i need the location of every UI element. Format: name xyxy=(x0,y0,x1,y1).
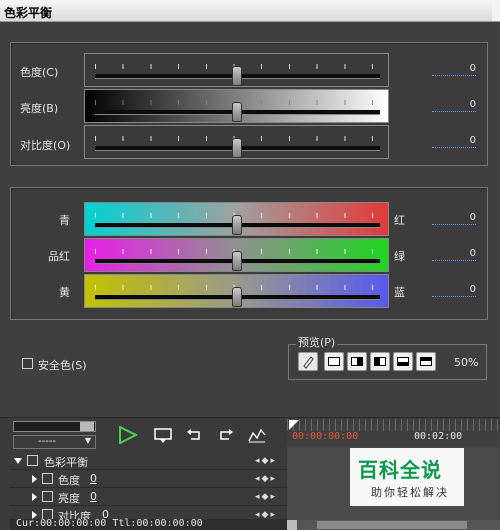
preview-window-icon[interactable] xyxy=(154,428,174,444)
watermark-main: 百科全说 xyxy=(358,458,442,482)
green-label: 绿 xyxy=(394,250,405,263)
track-checkbox[interactable] xyxy=(27,455,38,466)
split-top-button[interactable] xyxy=(393,352,413,371)
watermark-sub: 助你轻松解决 xyxy=(371,486,449,499)
redo-icon[interactable] xyxy=(216,428,234,442)
split-left-icon xyxy=(351,357,363,366)
status-bar: Cur:00:00:00:00 Ttl:00:00:00:00 xyxy=(10,518,287,530)
yellow-blue-value[interactable]: 0 xyxy=(432,284,476,297)
zoom-level: 50% xyxy=(454,356,479,369)
brightness-value[interactable]: 0 xyxy=(432,99,476,112)
keyframe-nav-icon[interactable]: ◂◆▸ xyxy=(255,456,277,466)
track-label: 亮度 xyxy=(58,492,80,505)
split-right-icon xyxy=(374,357,386,366)
watermark-logo: 百科全说 助你轻松解决 xyxy=(350,448,464,506)
cyan-label: 青 xyxy=(59,214,70,227)
cyan-red-slider[interactable] xyxy=(84,202,389,236)
pen-button[interactable] xyxy=(298,352,318,371)
safe-color-label: 安全色(S) xyxy=(38,359,87,372)
magenta-green-value[interactable]: 0 xyxy=(432,248,476,261)
split-top-icon xyxy=(397,357,409,366)
brightness-slider[interactable] xyxy=(84,89,389,123)
brightness-label: 亮度(B) xyxy=(20,102,59,115)
magenta-green-thumb[interactable] xyxy=(232,251,242,271)
split-right-button[interactable] xyxy=(370,352,390,371)
track-row[interactable]: 亮度 0 ◂◆▸ xyxy=(10,489,287,506)
pen-icon xyxy=(303,356,314,369)
play-icon[interactable] xyxy=(118,426,138,444)
magenta-green-slider[interactable] xyxy=(84,238,389,272)
expand-icon[interactable] xyxy=(32,475,37,483)
end-timecode: 00:02:00 xyxy=(414,431,463,442)
preview-label: 预览(P) xyxy=(296,334,338,350)
cyan-red-value[interactable]: 0 xyxy=(432,212,476,225)
chroma-label: 色度(C) xyxy=(20,66,59,79)
track-row[interactable]: 色彩平衡 ◂◆▸ xyxy=(10,453,287,470)
brightness-thumb[interactable] xyxy=(232,102,242,122)
undo-icon[interactable] xyxy=(186,428,204,442)
track-label: 色度 xyxy=(58,474,80,487)
track-checkbox[interactable] xyxy=(42,491,53,502)
contrast-thumb[interactable] xyxy=(232,138,242,158)
chroma-thumb[interactable] xyxy=(232,66,242,86)
timeline-scroll[interactable] xyxy=(13,421,96,432)
contrast-label: 对比度(O) xyxy=(20,139,71,152)
track-value[interactable]: 0 xyxy=(90,490,97,503)
start-timecode: 00:00:00:00 xyxy=(292,431,359,442)
track-label: 色彩平衡 xyxy=(44,456,88,469)
graph-icon[interactable] xyxy=(248,427,266,443)
track-value[interactable]: 0 xyxy=(90,472,97,485)
split-bottom-icon xyxy=(420,357,432,366)
expand-icon[interactable] xyxy=(32,493,37,501)
window-title: 色彩平衡 xyxy=(0,0,500,22)
chevron-down-icon: ▼ xyxy=(84,436,91,445)
chroma-value[interactable]: 0 xyxy=(432,63,476,76)
contrast-value[interactable]: 0 xyxy=(432,135,476,148)
timeline-hscroll[interactable] xyxy=(287,520,500,530)
blue-label: 蓝 xyxy=(394,286,405,299)
full-frame-button[interactable] xyxy=(324,352,344,371)
split-bottom-button[interactable] xyxy=(416,352,436,371)
keyframe-nav-icon[interactable]: ◂◆▸ xyxy=(255,474,277,484)
track-checkbox[interactable] xyxy=(42,473,53,484)
collapse-icon[interactable] xyxy=(14,458,22,464)
magenta-label: 品红 xyxy=(48,250,70,263)
status-text: Cur:00:00:00:00 Ttl:00:00:00:00 xyxy=(16,518,203,529)
cyan-red-thumb[interactable] xyxy=(232,215,242,235)
yellow-blue-slider[interactable] xyxy=(84,274,389,308)
red-label: 红 xyxy=(394,214,405,227)
split-left-button[interactable] xyxy=(347,352,367,371)
track-dropdown[interactable]: ----- ▼ xyxy=(13,435,96,449)
safe-color-checkbox[interactable] xyxy=(22,358,33,369)
track-row[interactable]: 色度 0 ◂◆▸ xyxy=(10,471,287,488)
contrast-slider[interactable] xyxy=(84,125,389,159)
keyframe-nav-icon[interactable]: ◂◆▸ xyxy=(255,492,277,502)
yellow-blue-thumb[interactable] xyxy=(232,287,242,307)
full-frame-icon xyxy=(328,357,340,366)
chroma-slider[interactable] xyxy=(84,53,389,87)
yellow-label: 黄 xyxy=(59,286,70,299)
